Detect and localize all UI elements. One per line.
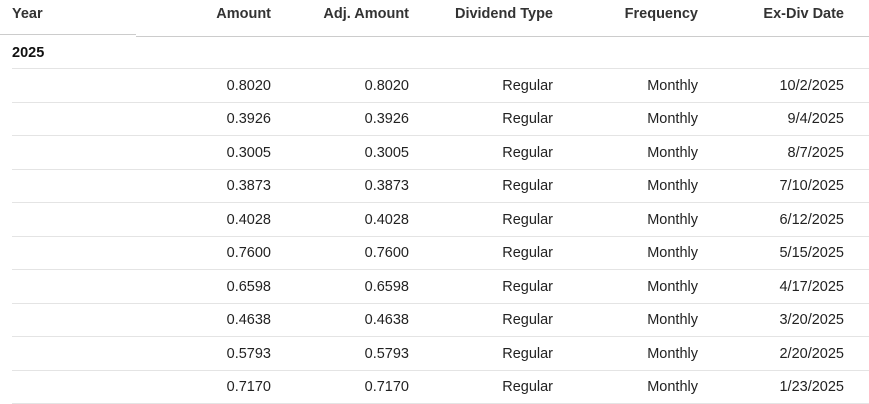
cell-adj-amount: 0.3005: [365, 136, 409, 170]
cell-dividend-type: Regular: [502, 170, 553, 204]
cell-dividend-type: Regular: [502, 371, 553, 404]
cell-adj-amount: 0.8020: [365, 69, 409, 103]
cell-adj-amount: 0.7170: [365, 371, 409, 404]
cell-ex-div-date: 10/2/2025: [779, 69, 844, 103]
cell-amount: 0.3873: [227, 170, 271, 204]
table-row: 0.7600 0.7600 Regular Monthly 5/15/2025: [0, 237, 869, 271]
cell-frequency: Monthly: [647, 270, 698, 304]
cell-adj-amount: 0.7600: [365, 237, 409, 271]
cell-adj-amount: 0.5793: [365, 337, 409, 371]
cell-amount: 0.4638: [227, 304, 271, 338]
table-row: 0.7170 0.7170 Regular Monthly 1/23/2025: [0, 371, 869, 404]
year-group-row: 2025: [0, 36, 869, 69]
year-group-label: 2025: [12, 36, 44, 69]
cell-ex-div-date: 7/10/2025: [779, 170, 844, 204]
cell-amount: 0.3926: [227, 103, 271, 137]
cell-dividend-type: Regular: [502, 270, 553, 304]
cell-dividend-type: Regular: [502, 337, 553, 371]
cell-dividend-type: Regular: [502, 237, 553, 271]
cell-ex-div-date: 4/17/2025: [779, 270, 844, 304]
table-row: 0.5793 0.5793 Regular Monthly 2/20/2025: [0, 337, 869, 371]
cell-ex-div-date: 9/4/2025: [788, 103, 844, 137]
table-row: 0.4638 0.4638 Regular Monthly 3/20/2025: [0, 304, 869, 338]
cell-ex-div-date: 8/7/2025: [788, 136, 844, 170]
table-row: 0.3926 0.3926 Regular Monthly 9/4/2025: [0, 103, 869, 137]
cell-amount: 0.6598: [227, 270, 271, 304]
cell-dividend-type: Regular: [502, 203, 553, 237]
cell-ex-div-date: 6/12/2025: [779, 203, 844, 237]
table-row: 0.4028 0.4028 Regular Monthly 6/12/2025: [0, 203, 869, 237]
table-header: Year Amount Adj. Amount Dividend Type Fr…: [0, 0, 869, 36]
cell-frequency: Monthly: [647, 170, 698, 204]
cell-ex-div-date: 5/15/2025: [779, 237, 844, 271]
cell-adj-amount: 0.3926: [365, 103, 409, 137]
cell-frequency: Monthly: [647, 304, 698, 338]
cell-adj-amount: 0.6598: [365, 270, 409, 304]
cell-frequency: Monthly: [647, 69, 698, 103]
cell-amount: 0.3005: [227, 136, 271, 170]
cell-dividend-type: Regular: [502, 304, 553, 338]
cell-adj-amount: 0.3873: [365, 170, 409, 204]
cell-frequency: Monthly: [647, 203, 698, 237]
cell-frequency: Monthly: [647, 136, 698, 170]
cell-amount: 0.5793: [227, 337, 271, 371]
table-body: 0.80200.8020RegularMonthly10/2/20250.392…: [0, 69, 869, 404]
cell-amount: 0.4028: [227, 203, 271, 237]
cell-frequency: Monthly: [647, 237, 698, 271]
cell-ex-div-date: 2/20/2025: [779, 337, 844, 371]
cell-frequency: Monthly: [647, 371, 698, 404]
table-row: 0.3005 0.3005 Regular Monthly 8/7/2025: [0, 136, 869, 170]
cell-ex-div-date: 1/23/2025: [779, 371, 844, 404]
cell-amount: 0.7600: [227, 237, 271, 271]
table-row: 0.8020 0.8020 Regular Monthly 10/2/2025: [0, 69, 869, 103]
cell-dividend-type: Regular: [502, 69, 553, 103]
table-row: 0.6598 0.6598 Regular Monthly 4/17/2025: [0, 270, 869, 304]
cell-ex-div-date: 3/20/2025: [779, 304, 844, 338]
cell-dividend-type: Regular: [502, 103, 553, 137]
cell-frequency: Monthly: [647, 337, 698, 371]
dividend-history-table: Year Amount Adj. Amount Dividend Type Fr…: [0, 0, 869, 404]
header-divider-year: [0, 34, 136, 35]
cell-frequency: Monthly: [647, 103, 698, 137]
cell-adj-amount: 0.4028: [365, 203, 409, 237]
cell-amount: 0.8020: [227, 69, 271, 103]
cell-dividend-type: Regular: [502, 136, 553, 170]
cell-amount: 0.7170: [227, 371, 271, 404]
table-row: 0.3873 0.3873 Regular Monthly 7/10/2025: [0, 170, 869, 204]
cell-adj-amount: 0.4638: [365, 304, 409, 338]
